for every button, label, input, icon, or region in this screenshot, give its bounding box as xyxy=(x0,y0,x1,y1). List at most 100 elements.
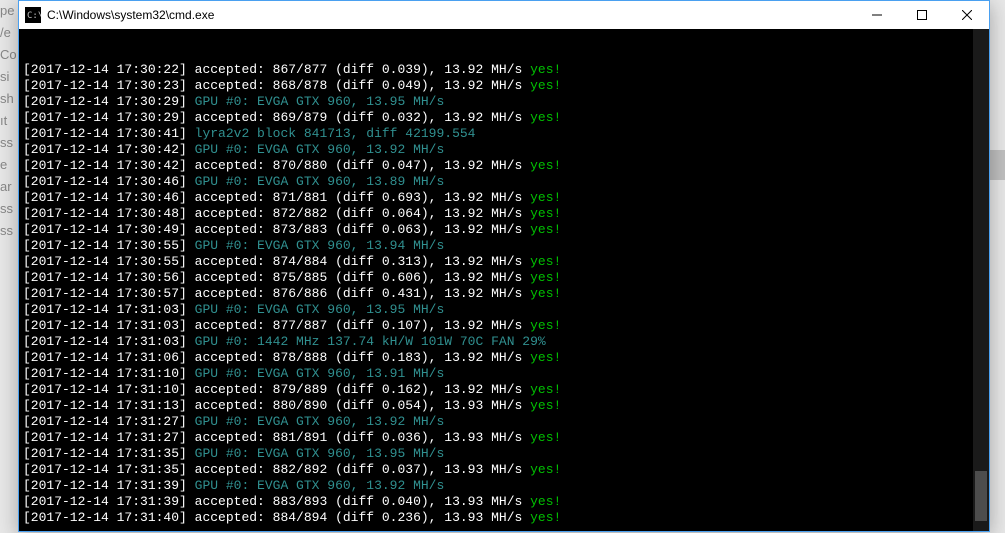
log-line: [2017-12-14 17:31:40] accepted: 884/894 … xyxy=(23,510,985,526)
log-line: [2017-12-14 17:31:06] accepted: 878/888 … xyxy=(23,350,985,366)
log-yes-tag: yes! xyxy=(530,462,561,477)
log-line: [2017-12-14 17:31:03] GPU #0: 1442 MHz 1… xyxy=(23,334,985,350)
log-yes-tag: yes! xyxy=(530,270,561,285)
log-timestamp: [2017-12-14 17:31:40] xyxy=(23,510,195,525)
console-scrollbar[interactable] xyxy=(973,29,989,531)
log-line: [2017-12-14 17:31:03] accepted: 877/887 … xyxy=(23,318,985,334)
minimize-button[interactable] xyxy=(854,1,899,29)
log-yes-tag: yes! xyxy=(530,350,561,365)
log-yes-tag: yes! xyxy=(530,158,561,173)
log-gpu-message: GPU #0: EVGA GTX 960, 13.89 MH/s xyxy=(195,174,445,189)
log-timestamp: [2017-12-14 17:31:10] xyxy=(23,382,195,397)
log-timestamp: [2017-12-14 17:30:55] xyxy=(23,254,195,269)
log-line: [2017-12-14 17:31:10] accepted: 879/889 … xyxy=(23,382,985,398)
log-yes-tag: yes! xyxy=(530,318,561,333)
log-line: [2017-12-14 17:30:49] accepted: 873/883 … xyxy=(23,222,985,238)
log-yes-tag: yes! xyxy=(530,78,561,93)
log-timestamp: [2017-12-14 17:30:46] xyxy=(23,174,195,189)
log-yes-tag: yes! xyxy=(530,110,561,125)
log-line: [2017-12-14 17:31:27] GPU #0: EVGA GTX 9… xyxy=(23,414,985,430)
log-accepted-message: accepted: 883/893 (diff 0.040), 13.93 MH… xyxy=(195,494,530,509)
log-yes-tag: yes! xyxy=(530,494,561,509)
console-output[interactable]: [2017-12-14 17:30:22] accepted: 867/877 … xyxy=(19,29,989,531)
log-line: [2017-12-14 17:30:29] accepted: 869/879 … xyxy=(23,110,985,126)
log-gpu-message: GPU #0: EVGA GTX 960, 13.94 MH/s xyxy=(195,238,445,253)
log-yes-tag: yes! xyxy=(530,62,561,77)
log-accepted-message: accepted: 879/889 (diff 0.162), 13.92 MH… xyxy=(195,382,530,397)
log-yes-tag: yes! xyxy=(530,398,561,413)
log-timestamp: [2017-12-14 17:31:13] xyxy=(23,398,195,413)
log-line: [2017-12-14 17:30:42] GPU #0: EVGA GTX 9… xyxy=(23,142,985,158)
cmd-window: C:\ C:\Windows\system32\cmd.exe [2017-12… xyxy=(18,0,990,532)
log-accepted-message: accepted: 881/891 (diff 0.036), 13.93 MH… xyxy=(195,430,530,445)
log-timestamp: [2017-12-14 17:31:03] xyxy=(23,318,195,333)
log-line: [2017-12-14 17:31:27] accepted: 881/891 … xyxy=(23,430,985,446)
log-timestamp: [2017-12-14 17:30:49] xyxy=(23,222,195,237)
log-yes-tag: yes! xyxy=(530,222,561,237)
log-accepted-message: accepted: 876/886 (diff 0.431), 13.92 MH… xyxy=(195,286,530,301)
log-accepted-message: accepted: 867/877 (diff 0.039), 13.92 MH… xyxy=(195,62,530,77)
log-block-message: lyra2v2 block 841713, diff 42199.554 xyxy=(195,126,476,141)
log-line: [2017-12-14 17:31:39] accepted: 883/893 … xyxy=(23,494,985,510)
log-yes-tag: yes! xyxy=(530,510,561,525)
log-accepted-message: accepted: 880/890 (diff 0.054), 13.93 MH… xyxy=(195,398,530,413)
log-timestamp: [2017-12-14 17:31:27] xyxy=(23,414,195,429)
log-line: [2017-12-14 17:30:55] accepted: 874/884 … xyxy=(23,254,985,270)
log-line: [2017-12-14 17:31:13] accepted: 880/890 … xyxy=(23,398,985,414)
log-timestamp: [2017-12-14 17:30:57] xyxy=(23,286,195,301)
log-timestamp: [2017-12-14 17:30:55] xyxy=(23,238,195,253)
log-timestamp: [2017-12-14 17:31:35] xyxy=(23,446,195,461)
log-yes-tag: yes! xyxy=(530,382,561,397)
log-accepted-message: accepted: 877/887 (diff 0.107), 13.92 MH… xyxy=(195,318,530,333)
log-accepted-message: accepted: 882/892 (diff 0.037), 13.93 MH… xyxy=(195,462,530,477)
log-line: [2017-12-14 17:30:46] accepted: 871/881 … xyxy=(23,190,985,206)
log-accepted-message: accepted: 872/882 (diff 0.064), 13.92 MH… xyxy=(195,206,530,221)
log-yes-tag: yes! xyxy=(530,254,561,269)
log-timestamp: [2017-12-14 17:30:23] xyxy=(23,78,195,93)
log-timestamp: [2017-12-14 17:31:27] xyxy=(23,430,195,445)
log-line: [2017-12-14 17:30:56] accepted: 875/885 … xyxy=(23,270,985,286)
log-gpu-message: GPU #0: EVGA GTX 960, 13.91 MH/s xyxy=(195,366,445,381)
log-timestamp: [2017-12-14 17:30:42] xyxy=(23,158,195,173)
svg-text:C:\: C:\ xyxy=(27,11,41,21)
log-accepted-message: accepted: 870/880 (diff 0.047), 13.92 MH… xyxy=(195,158,530,173)
log-gpu-message: GPU #0: EVGA GTX 960, 13.92 MH/s xyxy=(195,478,445,493)
log-timestamp: [2017-12-14 17:30:42] xyxy=(23,142,195,157)
log-accepted-message: accepted: 878/888 (diff 0.183), 13.92 MH… xyxy=(195,350,530,365)
console-scrollbar-thumb[interactable] xyxy=(975,471,987,521)
log-yes-tag: yes! xyxy=(530,190,561,205)
log-line: [2017-12-14 17:30:41] lyra2v2 block 8417… xyxy=(23,126,985,142)
log-line: [2017-12-14 17:30:57] accepted: 876/886 … xyxy=(23,286,985,302)
log-accepted-message: accepted: 868/878 (diff 0.049), 13.92 MH… xyxy=(195,78,530,93)
log-accepted-message: accepted: 869/879 (diff 0.032), 13.92 MH… xyxy=(195,110,530,125)
log-timestamp: [2017-12-14 17:31:10] xyxy=(23,366,195,381)
log-line: [2017-12-14 17:30:48] accepted: 872/882 … xyxy=(23,206,985,222)
log-line: [2017-12-14 17:31:39] GPU #0: EVGA GTX 9… xyxy=(23,478,985,494)
log-timestamp: [2017-12-14 17:30:41] xyxy=(23,126,195,141)
window-titlebar[interactable]: C:\ C:\Windows\system32\cmd.exe xyxy=(19,1,989,29)
log-gpu-message: GPU #0: EVGA GTX 960, 13.95 MH/s xyxy=(195,302,445,317)
log-gpu-message: GPU #0: EVGA GTX 960, 13.95 MH/s xyxy=(195,94,445,109)
log-gpu-message: GPU #0: EVGA GTX 960, 13.92 MH/s xyxy=(195,142,445,157)
log-gpu-message: GPU #0: 1442 MHz 137.74 kH/W 101W 70C FA… xyxy=(195,334,546,349)
log-line: [2017-12-14 17:31:03] GPU #0: EVGA GTX 9… xyxy=(23,302,985,318)
maximize-button[interactable] xyxy=(899,1,944,29)
log-timestamp: [2017-12-14 17:30:29] xyxy=(23,94,195,109)
log-timestamp: [2017-12-14 17:31:06] xyxy=(23,350,195,365)
log-line: [2017-12-14 17:30:22] accepted: 867/877 … xyxy=(23,62,985,78)
log-yes-tag: yes! xyxy=(530,286,561,301)
log-accepted-message: accepted: 884/894 (diff 0.236), 13.93 MH… xyxy=(195,510,530,525)
cmd-icon: C:\ xyxy=(25,7,41,23)
log-line: [2017-12-14 17:30:29] GPU #0: EVGA GTX 9… xyxy=(23,94,985,110)
log-timestamp: [2017-12-14 17:31:39] xyxy=(23,494,195,509)
log-gpu-message: GPU #0: EVGA GTX 960, 13.92 MH/s xyxy=(195,414,445,429)
log-accepted-message: accepted: 874/884 (diff 0.313), 13.92 MH… xyxy=(195,254,530,269)
background-scrollbar[interactable] xyxy=(989,150,1005,180)
log-line: [2017-12-14 17:31:10] GPU #0: EVGA GTX 9… xyxy=(23,366,985,382)
log-accepted-message: accepted: 873/883 (diff 0.063), 13.92 MH… xyxy=(195,222,530,237)
log-timestamp: [2017-12-14 17:30:48] xyxy=(23,206,195,221)
log-timestamp: [2017-12-14 17:30:46] xyxy=(23,190,195,205)
log-line: [2017-12-14 17:30:42] accepted: 870/880 … xyxy=(23,158,985,174)
close-button[interactable] xyxy=(944,1,989,29)
log-yes-tag: yes! xyxy=(530,206,561,221)
